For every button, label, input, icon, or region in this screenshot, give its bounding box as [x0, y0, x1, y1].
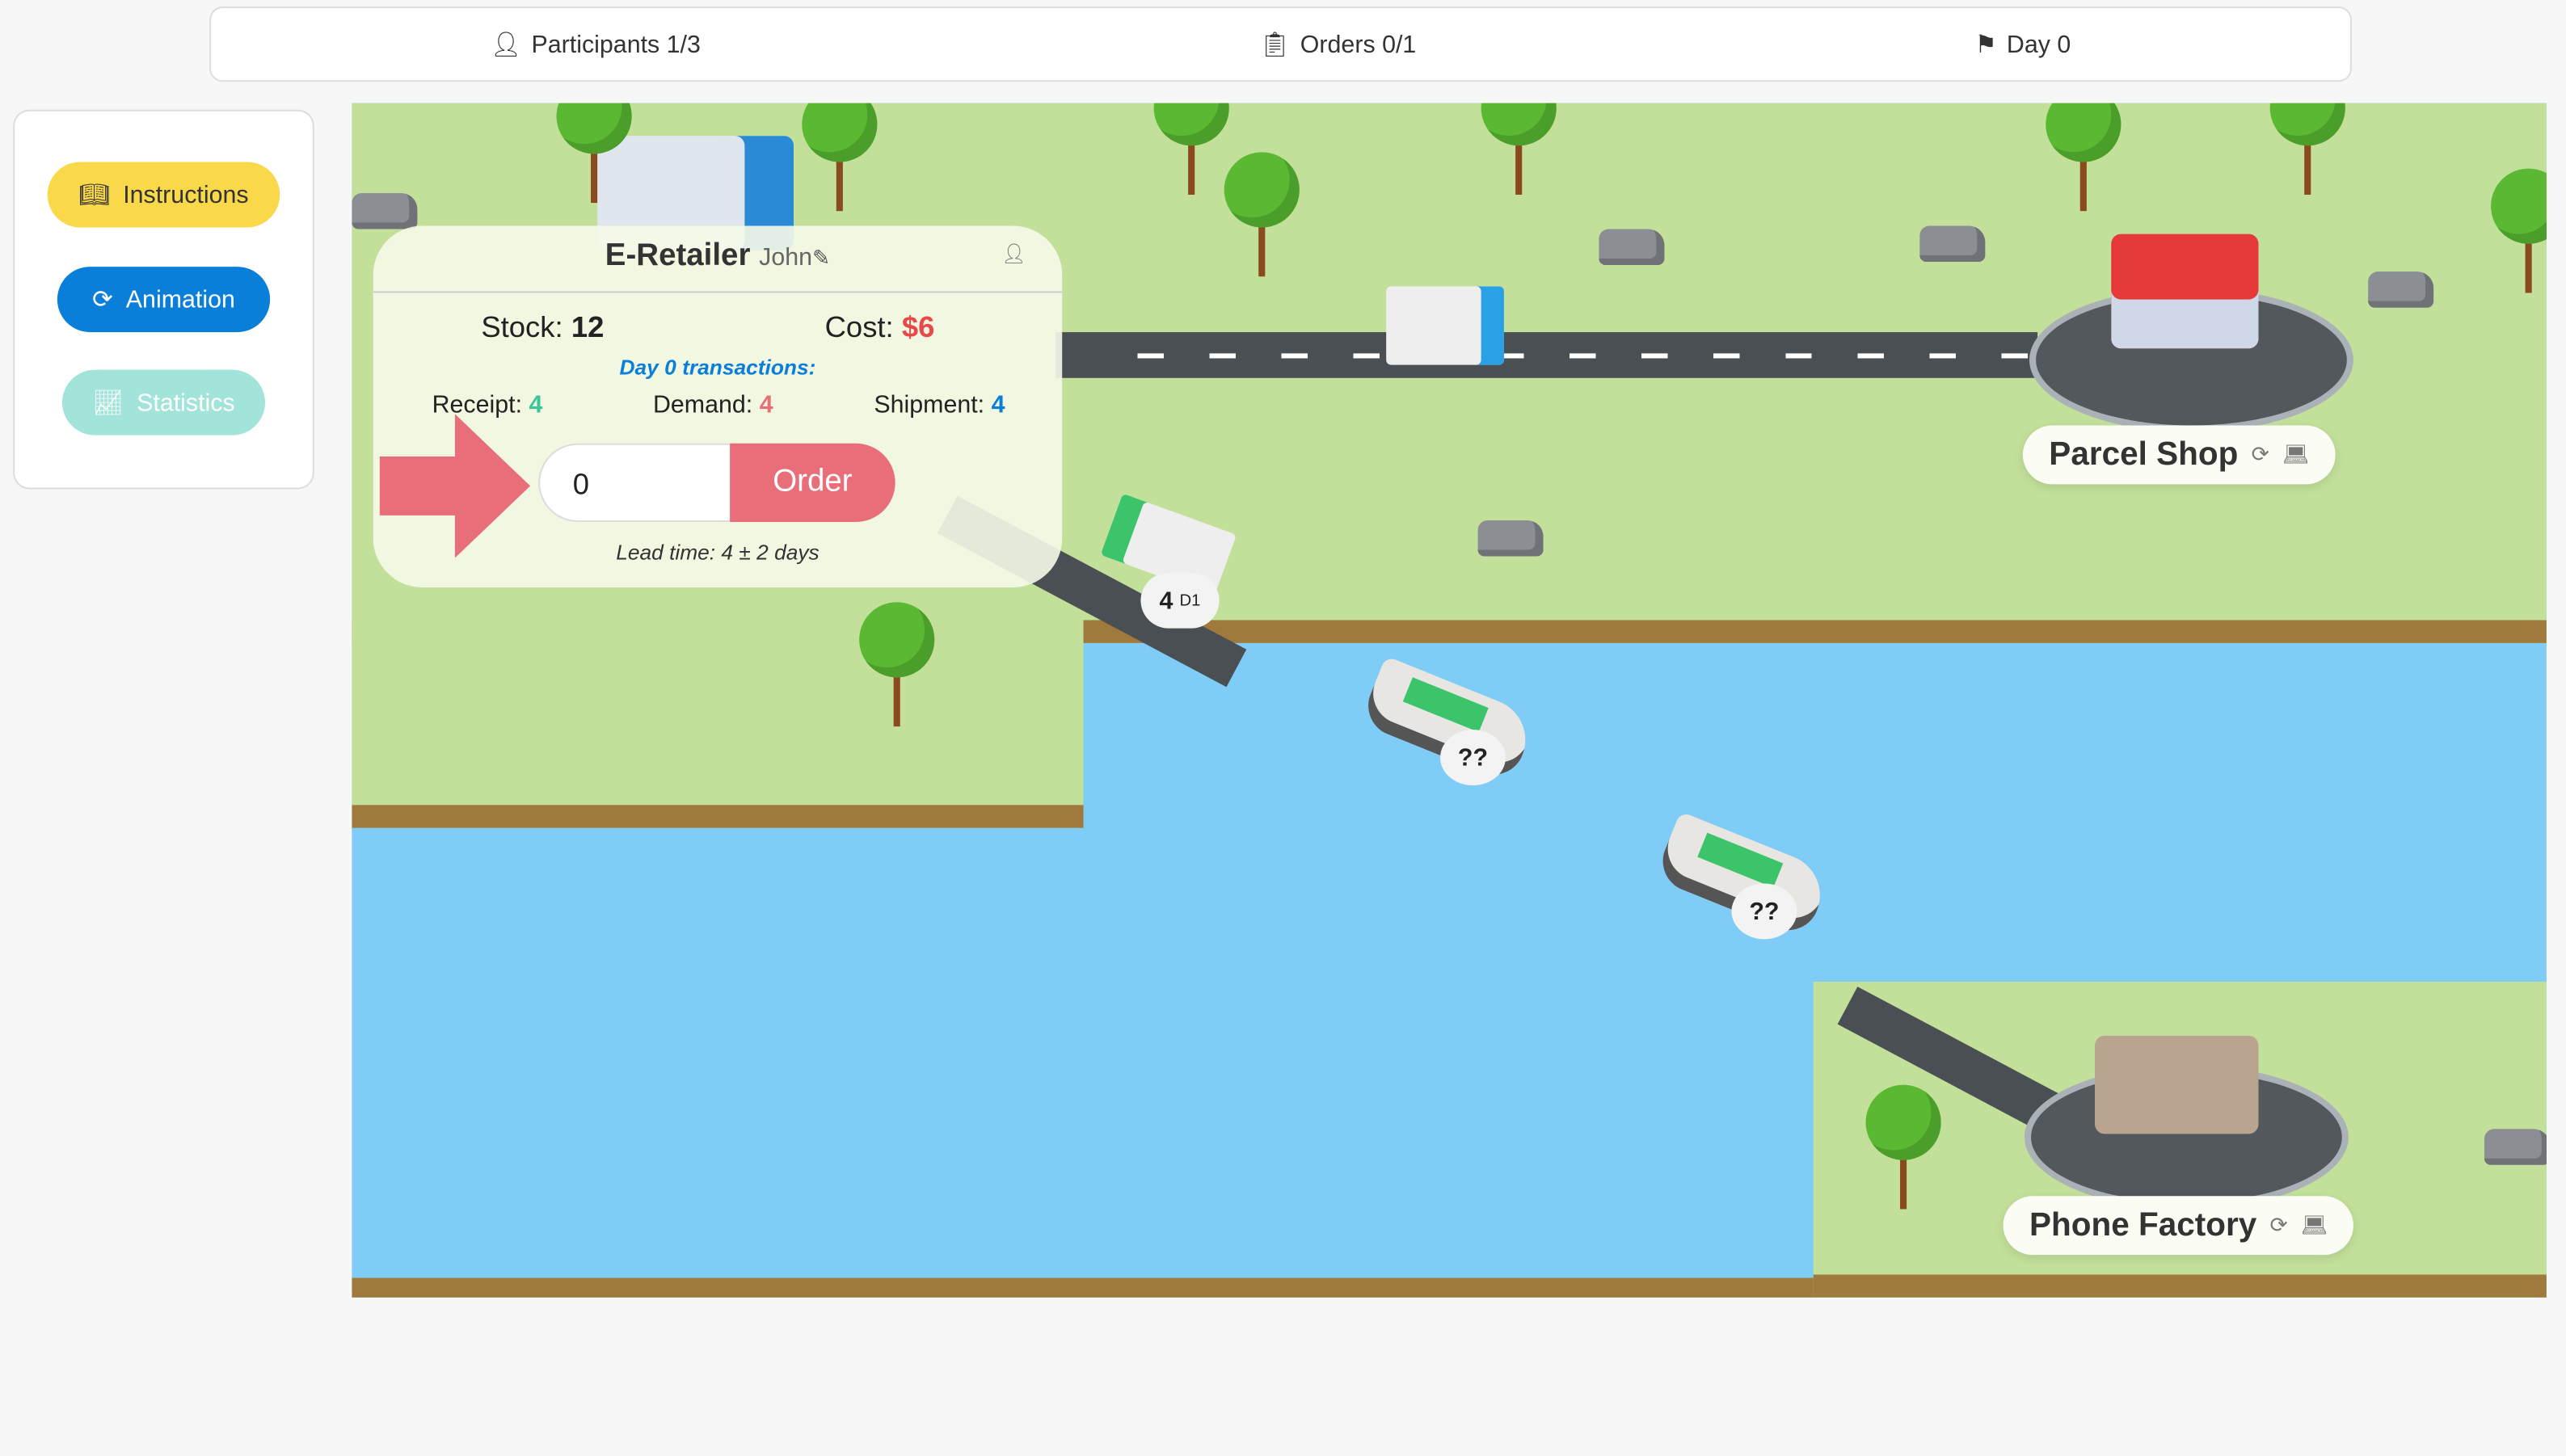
- role-title: E-Retailer: [605, 238, 751, 274]
- divider: [373, 291, 1063, 293]
- status-bar: 👤︎ Participants 1/3 📋︎ Orders 0/1 ⚑ Day 0: [209, 6, 2352, 82]
- parcel-shop-label[interactable]: Parcel Shop ⟳ 💻︎: [2022, 425, 2336, 485]
- arrow-pointer-icon: [454, 414, 531, 558]
- order-quantity-input[interactable]: 0: [538, 443, 732, 522]
- player-name[interactable]: John: [759, 244, 812, 271]
- post-office-building[interactable]: [2111, 234, 2259, 349]
- e-retailer-card: E-Retailer John✎ 👤︎ Stock: 12 Cost: $6 D…: [373, 225, 1063, 587]
- laptop-icon: 💻︎: [2282, 441, 2310, 467]
- participants-status: 👤︎ Participants 1/3: [490, 30, 701, 59]
- laptop-icon: 💻︎: [2300, 1212, 2328, 1237]
- phone-factory-label[interactable]: Phone Factory ⟳ 💻︎: [2003, 1196, 2354, 1256]
- tree: [1865, 1084, 1941, 1216]
- road: [1055, 332, 2054, 378]
- rock: [1477, 520, 1544, 557]
- person-icon: 👤︎: [490, 31, 522, 59]
- tree: [859, 602, 935, 733]
- ship-badge: ??: [1440, 730, 1506, 786]
- book-icon: 📖︎: [78, 181, 111, 210]
- stock: Stock: 12: [481, 310, 605, 344]
- chart-icon: 📈︎: [92, 389, 124, 418]
- lead-time: Lead time: 4 ± 2 days: [616, 540, 820, 565]
- orders-status: 📋︎ Orders 0/1: [1259, 30, 1417, 59]
- instructions-button[interactable]: 📖︎ Instructions: [47, 162, 280, 228]
- rock: [2484, 1129, 2547, 1165]
- arrow-pointer-shaft: [379, 456, 458, 515]
- sync-icon: ⟳: [2251, 441, 2269, 467]
- rock: [1599, 229, 1665, 266]
- pencil-icon[interactable]: ✎: [812, 246, 830, 270]
- flag-icon: ⚑: [1974, 31, 1997, 59]
- user-icon: 👤︎: [1001, 242, 1026, 266]
- order-button[interactable]: Order: [730, 443, 895, 522]
- cost: Cost: $6: [824, 310, 935, 344]
- shipment: Shipment: 4: [874, 390, 1005, 419]
- shore: [352, 1277, 1814, 1298]
- rock: [2368, 271, 2434, 308]
- land-west: [352, 594, 1084, 828]
- truck-shipment-badge: 4 D1: [1140, 572, 1220, 629]
- tree: [1224, 152, 1300, 283]
- tree: [556, 103, 632, 210]
- rock: [1919, 225, 1986, 262]
- tree: [802, 103, 878, 218]
- clipboard-icon: 📋︎: [1259, 31, 1291, 59]
- sync-icon: ⟳: [2269, 1212, 2288, 1237]
- day-status: ⚑ Day 0: [1974, 30, 2071, 59]
- animation-button[interactable]: ⟳ Animation: [57, 267, 271, 333]
- sidebar: 📖︎ Instructions ⟳ Animation 📈︎ Statistics: [13, 109, 314, 490]
- tree: [2491, 168, 2547, 300]
- card-header: E-Retailer John✎: [373, 239, 1063, 276]
- tree: [2269, 103, 2345, 202]
- rock: [352, 192, 418, 229]
- truck: [1386, 286, 1504, 365]
- factory-building[interactable]: [2095, 1035, 2259, 1134]
- transactions-title: Day 0 transactions:: [619, 355, 816, 380]
- tree: [1153, 103, 1229, 202]
- ship-badge: ??: [1731, 883, 1797, 940]
- tree: [1481, 103, 1557, 202]
- demand: Demand: 4: [652, 390, 773, 419]
- tree: [2046, 103, 2121, 218]
- refresh-icon: ⟳: [92, 286, 113, 314]
- statistics-button[interactable]: 📈︎ Statistics: [61, 369, 266, 436]
